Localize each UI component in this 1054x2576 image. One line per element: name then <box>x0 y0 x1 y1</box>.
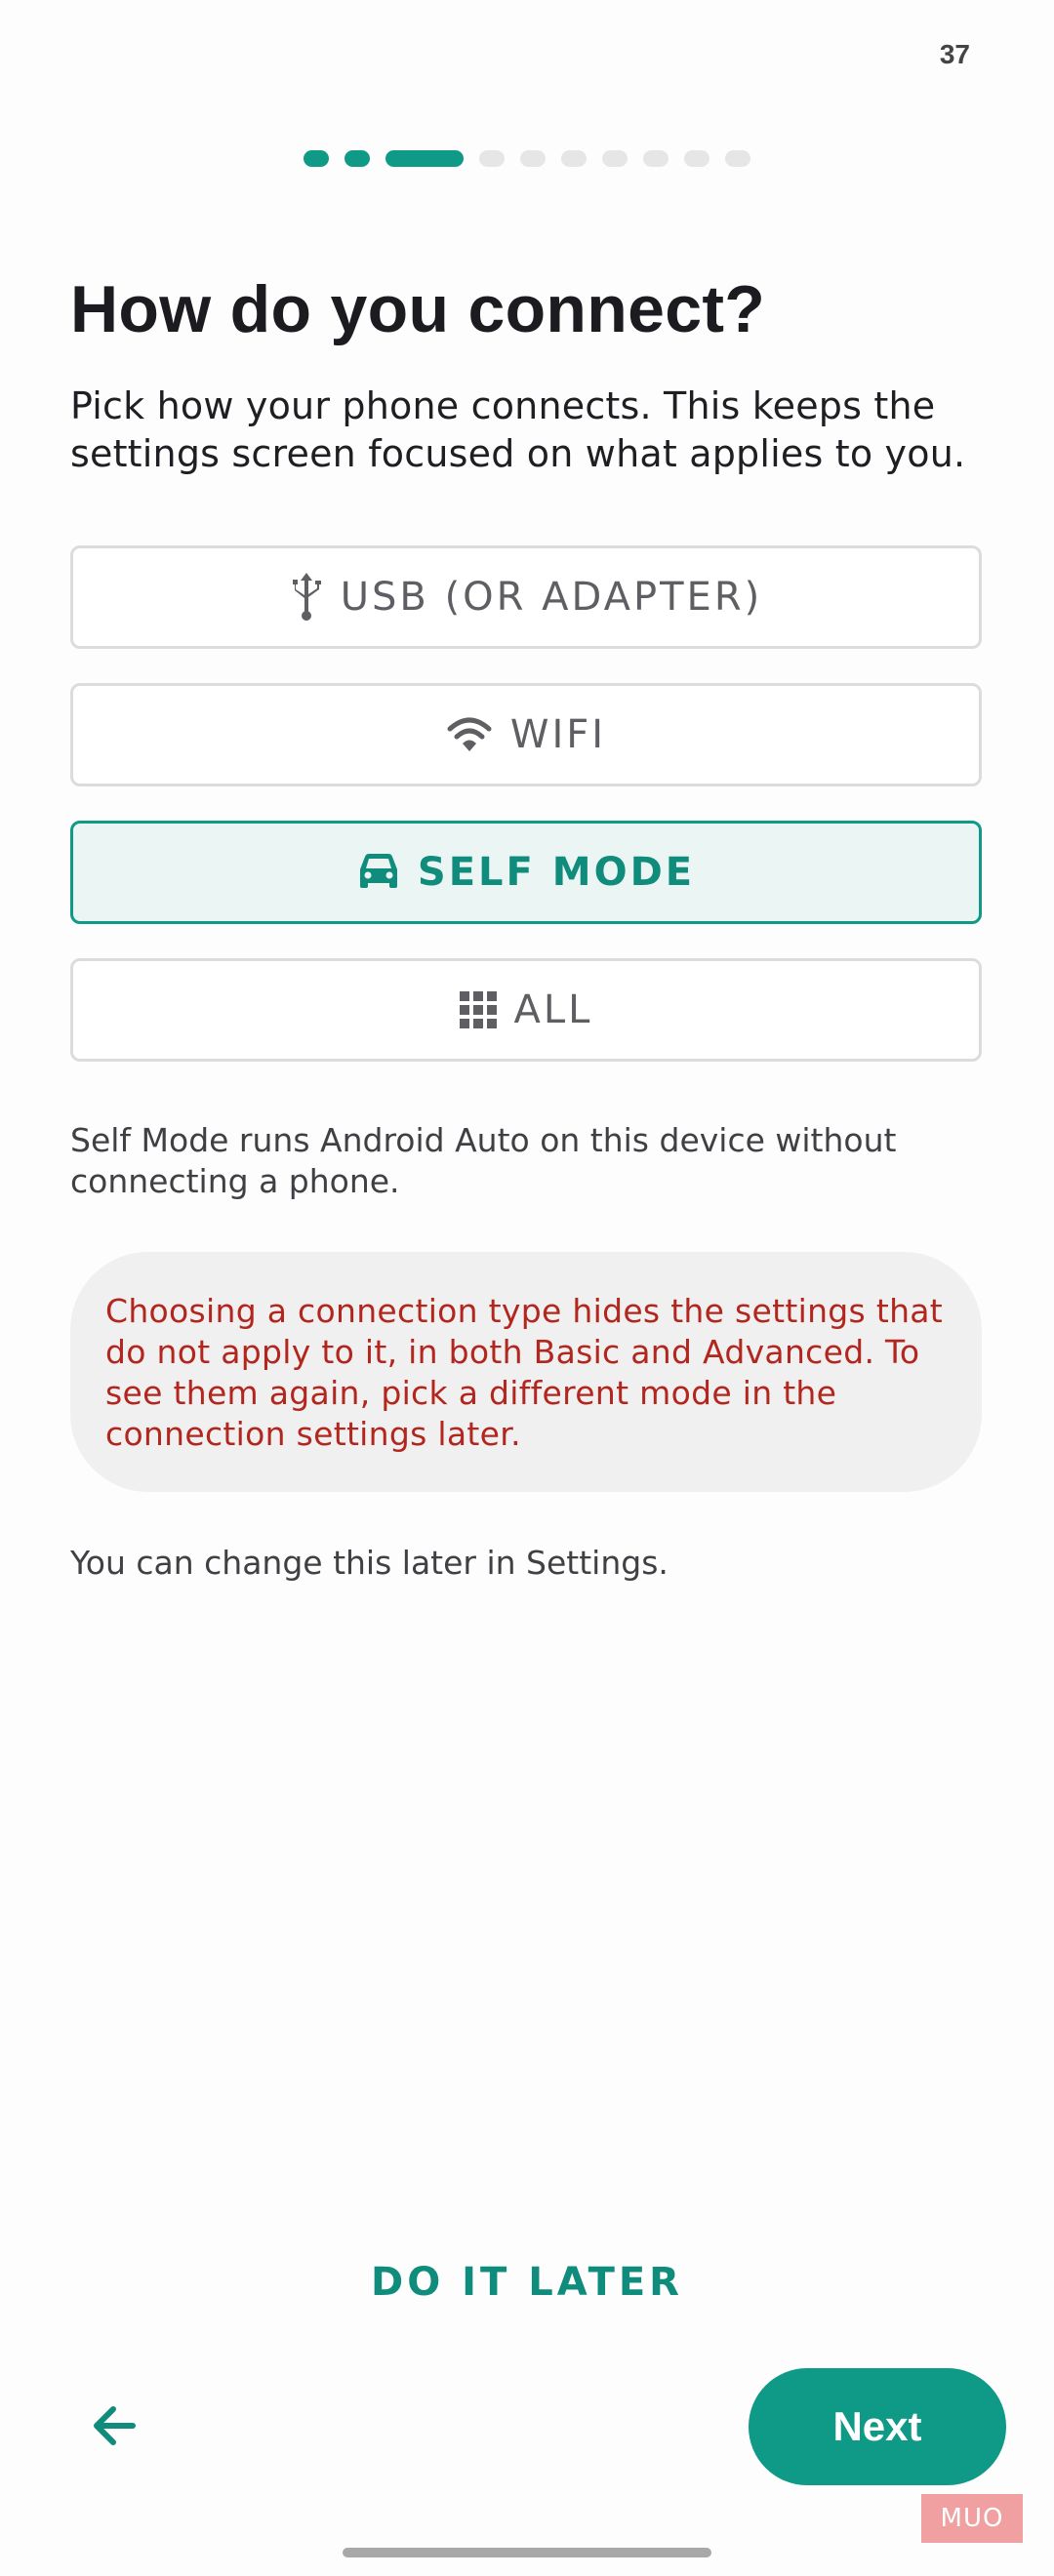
option-label: USB (OR ADAPTER) <box>340 575 763 620</box>
back-button[interactable] <box>84 2395 146 2457</box>
battery-level: 37 <box>939 39 970 69</box>
selected-mode-description: Self Mode runs Android Auto on this devi… <box>70 1121 897 1200</box>
watermark-logo: MUO <box>921 2494 1023 2543</box>
progress-step-9 <box>684 149 709 167</box>
progress-step-6 <box>561 149 587 167</box>
progress-step-7 <box>602 149 628 167</box>
page-title: How do you connect? <box>70 272 766 346</box>
car-icon <box>357 853 400 892</box>
grid-icon <box>459 991 497 1028</box>
page-subtitle: Pick how your phone connects. This keeps… <box>70 384 966 475</box>
connection-option-all[interactable]: ALL <box>70 958 982 1062</box>
option-label: ALL <box>513 987 593 1032</box>
progress-step-2 <box>345 149 370 167</box>
next-button[interactable]: Next <box>749 2368 1006 2485</box>
warning-callout: Choosing a connection type hides the set… <box>70 1252 982 1492</box>
connection-option-usb[interactable]: USB (OR ADAPTER) <box>70 545 982 649</box>
connection-option-wifi[interactable]: WIFI <box>70 683 982 786</box>
connection-option-self-mode[interactable]: SELF MODE <box>70 821 982 924</box>
step-progress-indicator <box>0 149 1054 167</box>
progress-step-1 <box>304 149 329 167</box>
wifi-icon <box>446 715 493 754</box>
home-indicator[interactable] <box>343 2548 711 2557</box>
status-bar: 37 <box>0 0 1054 107</box>
progress-step-5 <box>520 149 546 167</box>
option-label: SELF MODE <box>417 850 696 895</box>
warning-text: Choosing a connection type hides the set… <box>105 1292 944 1453</box>
progress-step-3-current <box>385 149 464 167</box>
do-it-later-button[interactable]: DO IT LATER <box>0 2260 1054 2305</box>
progress-step-4 <box>479 149 505 167</box>
change-later-note: You can change this later in Settings. <box>70 1544 669 1582</box>
progress-step-8 <box>643 149 669 167</box>
arrow-left-icon <box>84 2406 146 2461</box>
option-label: WIFI <box>509 712 607 757</box>
usb-icon <box>290 573 323 622</box>
progress-step-10 <box>725 149 750 167</box>
